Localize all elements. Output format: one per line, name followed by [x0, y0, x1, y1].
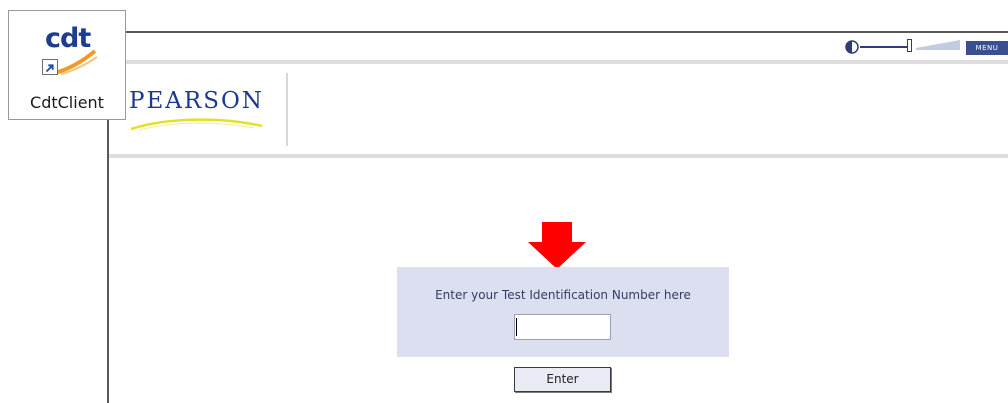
text-caret — [516, 318, 517, 336]
screen: MENU PEARSON cdt CdtClient Enter your Te… — [0, 0, 1008, 403]
pearson-logo: PEARSON — [129, 85, 279, 135]
cdtclient-shortcut[interactable]: cdt CdtClient — [8, 10, 126, 120]
red-pointer-arrow-icon — [528, 222, 586, 269]
login-panel: Enter your Test Identification Number he… — [397, 267, 729, 357]
volume-slider-thumb[interactable] — [907, 39, 912, 52]
shortcut-label: CdtClient — [30, 93, 104, 112]
volume-track[interactable] — [860, 46, 910, 48]
test-id-input[interactable] — [514, 314, 611, 340]
login-prompt: Enter your Test Identification Number he… — [435, 288, 691, 302]
toolbar-divider — [109, 60, 1008, 64]
pearson-swoosh — [130, 118, 263, 131]
enter-button[interactable]: Enter — [514, 367, 611, 392]
menu-button[interactable]: MENU — [966, 41, 1008, 55]
shortcut-arrow-icon — [42, 59, 58, 75]
cdt-swoosh-icon — [54, 49, 98, 75]
header-vertical-divider — [286, 73, 288, 146]
speaker-icon[interactable] — [845, 40, 859, 54]
header-divider — [109, 154, 1008, 158]
pearson-logo-text: PEARSON — [129, 88, 264, 114]
volume-level-wedge — [916, 40, 960, 50]
